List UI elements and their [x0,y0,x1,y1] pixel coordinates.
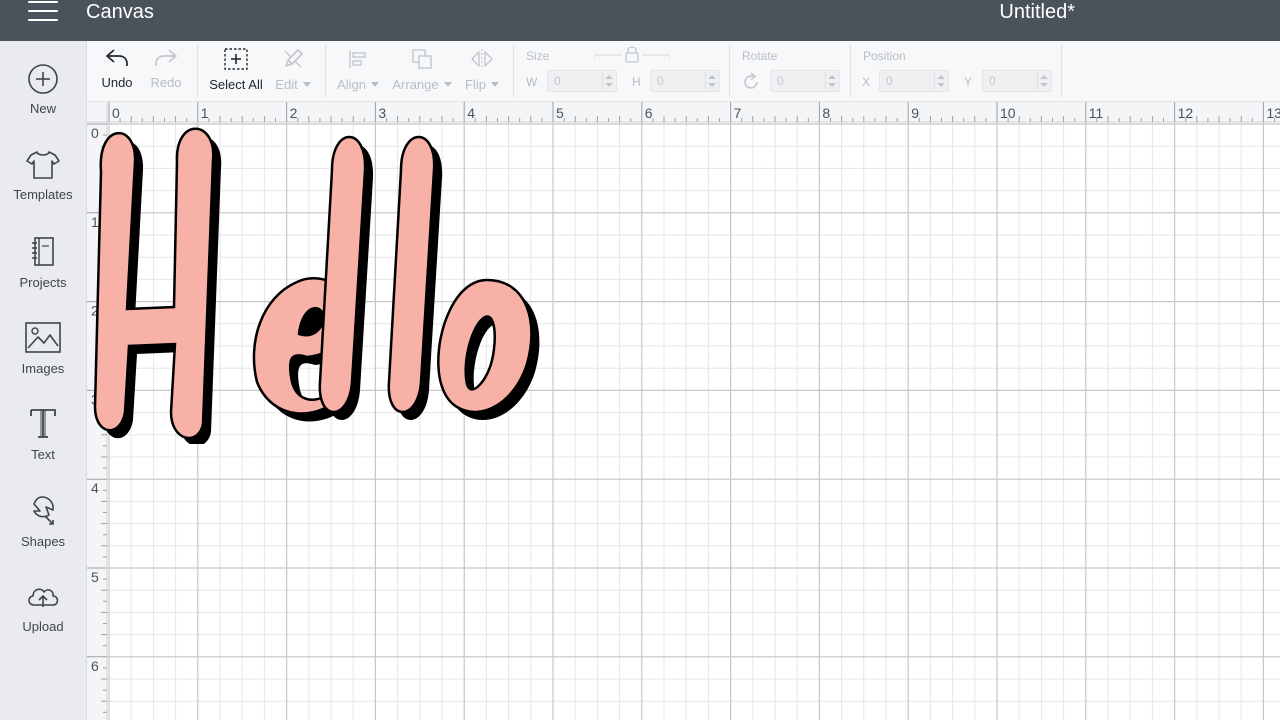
sidebar-item-templates[interactable]: Templates [0,149,86,229]
edit-pencil-icon [284,49,303,68]
align-dropdown[interactable]: Align [337,47,379,92]
design-canvas[interactable]: 0123456789101112130123456 [87,102,1280,720]
select-all-icon [224,48,248,70]
ruler-label-x: 13 [1266,105,1280,121]
flip-label: Flip [465,77,486,92]
undo-label: Undo [101,75,133,90]
redo-icon [155,49,177,66]
edit-toolbar: Undo Redo Select All Edit Align Arrange … [87,41,1280,102]
arrange-dropdown[interactable]: Arrange [392,47,452,92]
sidebar-item-shapes[interactable]: Shapes [0,494,86,574]
rotate-stepper[interactable] [825,72,838,90]
flip-dropdown[interactable]: Flip [463,47,501,92]
top-bar: Canvas Untitled* [0,0,1280,41]
redo-button[interactable]: Redo [150,47,182,90]
shapes-icon [33,496,54,525]
width-stepper[interactable] [602,72,615,90]
sidebar-item-label: Text [31,447,55,462]
arrange-icon [412,49,432,69]
notebook-icon [32,237,54,266]
height-label: H [632,75,641,89]
chevron-down-icon [370,82,379,87]
y-stepper[interactable] [1037,72,1050,90]
width-label: W [526,75,538,89]
chevron-down-icon [490,82,499,87]
plus-circle-icon [28,64,58,94]
ruler-label-x: 6 [645,105,653,121]
redo-label: Redo [150,75,182,90]
sidebar-item-label: Projects [19,275,67,290]
sidebar-item-label: Shapes [20,534,66,549]
align-icon [349,50,366,68]
position-label: Position [863,49,906,63]
sidebar-item-label: Images [21,361,65,376]
ruler-label-y: 6 [91,658,99,674]
cloud-upload-icon [28,588,59,607]
undo-button[interactable]: Undo [101,47,133,90]
rotate-field[interactable]: 0 [770,70,840,92]
y-label: Y [964,75,973,89]
document-title[interactable]: Untitled* [999,0,1075,24]
app-title: Canvas [86,1,154,23]
sidebar-item-projects[interactable]: Projects [0,235,86,315]
align-label: Align [337,77,366,92]
text-t-icon [30,409,56,438]
left-sidebar: New Templates Projects Images Text Shape… [0,41,87,720]
edit-dropdown[interactable]: Edit [272,47,314,92]
rotate-icon [744,72,758,89]
ruler-label-x: 5 [556,105,564,121]
sidebar-item-label: Templates [13,187,73,202]
ruler-label-x: 12 [1178,105,1194,121]
ruler-label-x: 9 [911,105,919,121]
tshirt-icon [26,151,60,179]
ruler-label-x: 8 [822,105,830,121]
ruler-label-x: 11 [1089,105,1104,121]
hello-letters [93,127,533,440]
hello-text-object[interactable] [87,102,542,444]
ruler-label-y: 5 [91,569,99,585]
chevron-down-icon [443,82,452,87]
sidebar-item-images[interactable]: Images [0,321,86,401]
y-position-field[interactable]: 0 [982,70,1052,92]
rotate-label: Rotate [742,49,778,63]
ruler-label-x: 7 [734,105,742,121]
sidebar-item-label: Upload [22,619,64,634]
edit-label: Edit [275,77,298,92]
hamburger-menu-icon[interactable] [28,1,58,23]
ruler-label-y: 4 [91,480,99,496]
sidebar-item-new[interactable]: New [0,63,86,143]
width-field[interactable]: 0 [547,70,617,92]
arrange-label: Arrange [392,77,439,92]
x-label: X [862,75,871,89]
image-icon [25,322,61,353]
sidebar-item-label: New [29,101,56,116]
sidebar-item-text[interactable]: Text [0,407,86,487]
chevron-down-icon [302,82,311,87]
height-stepper[interactable] [705,72,718,90]
undo-icon [106,49,128,66]
select-all-button[interactable]: Select All [208,47,264,92]
x-position-field[interactable]: 0 [879,70,949,92]
sidebar-item-upload[interactable]: Upload [0,581,86,661]
select-all-label: Select All [209,77,263,92]
lock-ratio-icon[interactable] [594,46,670,64]
x-stepper[interactable] [934,72,947,90]
ruler-label-x: 10 [1000,105,1016,121]
flip-icon [471,49,493,69]
height-field[interactable]: 0 [650,70,720,92]
size-label: Size [526,49,550,63]
